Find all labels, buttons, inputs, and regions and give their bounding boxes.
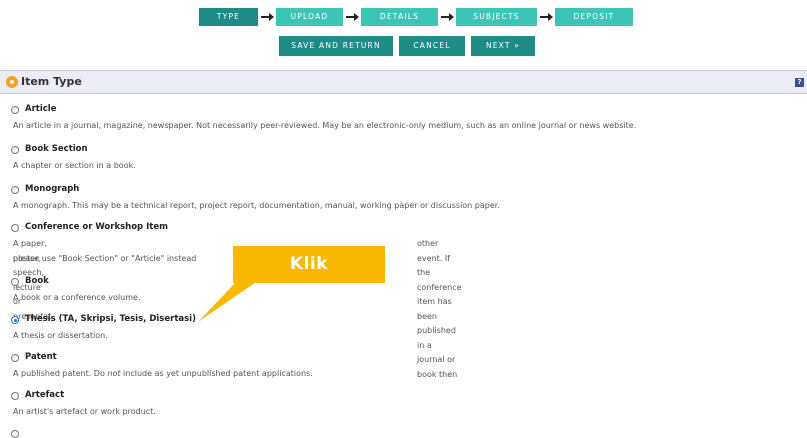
desc-part: A published patent. Do <box>13 369 108 378</box>
step-deposit[interactable]: DEPOSIT <box>555 8 633 26</box>
action-buttons: SAVE AND RETURN CANCEL NEXT » <box>279 36 535 56</box>
option-title: Artefact <box>25 390 65 400</box>
arrow-right-icon <box>438 8 456 26</box>
cancel-button[interactable]: CANCEL <box>399 36 465 56</box>
step-details[interactable]: DETAILS <box>361 8 438 26</box>
callout-pointer <box>198 282 256 322</box>
option-title: Book <box>25 276 49 286</box>
workflow-steps: TYPE UPLOAD DETAILS SUBJECTS DEPOSIT <box>199 8 633 26</box>
radio-next[interactable] <box>11 430 19 438</box>
step-upload[interactable]: UPLOAD <box>276 8 343 26</box>
step-subjects[interactable]: SUBJECTS <box>456 8 537 26</box>
option-title: Conference or Workshop Item <box>25 222 168 232</box>
radio-patent[interactable] <box>11 354 19 362</box>
option-title: Article <box>25 104 57 114</box>
arrow-right-icon <box>258 8 276 26</box>
save-and-return-button[interactable]: SAVE AND RETURN <box>279 36 393 56</box>
desc-emphasis: not <box>107 369 121 378</box>
step-type[interactable]: TYPE <box>199 8 258 26</box>
arrow-right-icon <box>343 8 361 26</box>
option-description: A published patent. Do not include as ye… <box>13 367 799 382</box>
option-title: Book Section <box>25 144 88 154</box>
callout-text: Klik <box>289 254 329 274</box>
option-description: An artist's artefact or work product. <box>13 407 156 416</box>
option-description: A book or a conference volume. <box>13 293 141 302</box>
option-title: Patent <box>25 352 57 362</box>
option-description-line2: please use "Book Section" or "Article" i… <box>13 254 197 263</box>
radio-article[interactable] <box>11 106 19 114</box>
radio-conference-item[interactable] <box>11 224 19 232</box>
item-type-panel-header: Item Type ? <box>0 70 807 94</box>
arrow-right-icon <box>537 8 555 26</box>
radio-monograph[interactable] <box>11 186 19 194</box>
radio-book-section[interactable] <box>11 146 19 154</box>
desc-part: include as yet unpublished patent applic… <box>120 369 313 378</box>
option-title: Thesis (TA, Skripsi, Tesis, Disertasi) <box>25 314 196 324</box>
radio-thesis-selected[interactable] <box>11 316 19 324</box>
callout-box: Klik <box>233 246 385 283</box>
radio-book[interactable] <box>11 278 19 286</box>
collapse-circle-icon[interactable] <box>6 76 18 88</box>
help-icon[interactable]: ? <box>795 78 804 87</box>
next-button[interactable]: NEXT » <box>471 36 535 56</box>
option-description: A monograph. This may be a technical rep… <box>13 201 500 210</box>
radio-artefact[interactable] <box>11 392 19 400</box>
option-description: An article in a journal, magazine, newsp… <box>13 121 637 130</box>
option-description: A chapter or section in a book. <box>13 161 136 170</box>
panel-title: Item Type <box>21 75 82 88</box>
option-title: Monograph <box>25 184 80 194</box>
option-description: A thesis or dissertation. <box>13 331 108 340</box>
